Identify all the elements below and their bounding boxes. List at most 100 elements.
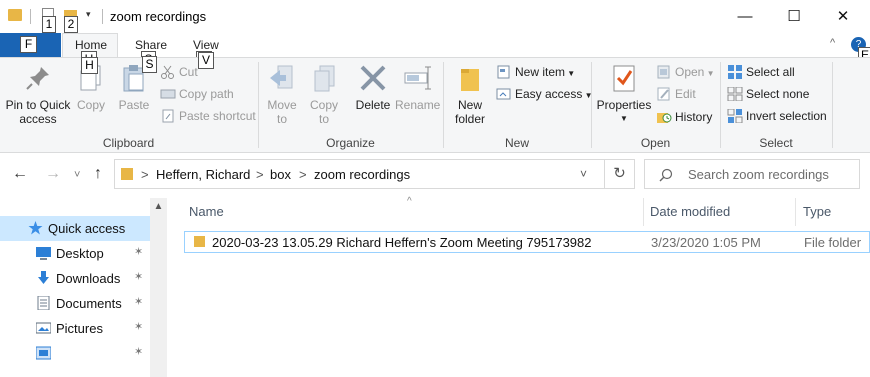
forward-arrow-icon[interactable]: → bbox=[45, 165, 61, 183]
sidebar-item-pictures[interactable]: Pictures ✶ bbox=[0, 316, 150, 341]
search-input[interactable]: Search zoom recordings bbox=[688, 167, 829, 182]
breadcrumb-separator[interactable]: > bbox=[299, 167, 307, 182]
pin-icon: ✶ bbox=[134, 296, 144, 308]
copy-to-label: Copy to bbox=[309, 98, 338, 126]
breadcrumb-separator[interactable]: > bbox=[141, 167, 149, 182]
tab-view[interactable]: View bbox=[193, 38, 219, 52]
properties-label: Properties bbox=[596, 98, 652, 112]
open-button[interactable]: Open ▼ bbox=[656, 63, 715, 81]
close-button[interactable]: ✕ bbox=[820, 0, 866, 33]
paste-button[interactable]: Paste S bbox=[114, 56, 157, 112]
back-arrow-icon[interactable]: ← bbox=[12, 165, 28, 183]
pin-icon: ✶ bbox=[134, 321, 144, 333]
copy-path-button[interactable]: Copy path bbox=[160, 85, 234, 103]
sort-ascending-icon: ^ bbox=[407, 196, 412, 207]
easy-access-button[interactable]: Easy access ▼ bbox=[496, 85, 593, 103]
address-history-dropdown[interactable]: ˅ bbox=[580, 167, 587, 181]
ribbon-home: Pin to Quick access Copy H Paste S Cut C… bbox=[0, 52, 870, 153]
properties-button[interactable]: Properties ▼ bbox=[596, 62, 652, 126]
pin-label: Pin to Quick access bbox=[5, 98, 71, 126]
edit-label: Edit bbox=[675, 87, 696, 101]
column-header-date-modified[interactable]: Date modified bbox=[650, 204, 730, 219]
delete-button[interactable]: Delete bbox=[353, 62, 393, 112]
column-divider[interactable] bbox=[643, 198, 644, 226]
sidebar-item-label: Quick access bbox=[48, 221, 126, 236]
pin-icon: ✶ bbox=[134, 246, 144, 258]
select-none-icon bbox=[727, 86, 743, 102]
ribbon-tabs: F Home H Share S View V ^ ? E bbox=[0, 33, 870, 68]
delete-x-icon bbox=[357, 62, 389, 94]
new-item-label: New item bbox=[515, 65, 566, 79]
column-header-type[interactable]: Type bbox=[803, 204, 831, 219]
minimize-button[interactable]: — bbox=[722, 0, 768, 33]
tab-share[interactable]: Share bbox=[135, 38, 167, 52]
refresh-icon[interactable]: ↻ bbox=[605, 159, 635, 189]
breadcrumb-heffern-richard[interactable]: Heffern, Richard bbox=[156, 167, 250, 182]
move-to-icon bbox=[266, 62, 298, 94]
sidebar-item-downloads[interactable]: Downloads ✶ bbox=[0, 266, 150, 291]
sidebar-item-documents[interactable]: Documents ✶ bbox=[0, 291, 150, 316]
invert-selection-button[interactable]: Invert selection bbox=[727, 107, 827, 125]
copy-button[interactable]: Copy H bbox=[72, 57, 110, 112]
keytip-h-copy: H bbox=[81, 57, 98, 74]
group-open: Properties ▼ Open ▼ Edit History Open bbox=[592, 58, 719, 153]
collapse-ribbon-button[interactable]: ^ bbox=[830, 37, 835, 49]
copy-label: Copy bbox=[76, 98, 105, 112]
scissors-icon bbox=[160, 65, 176, 79]
select-none-label: Select none bbox=[746, 87, 810, 101]
group-clipboard: Pin to Quick access Copy H Paste S Cut C… bbox=[0, 52, 257, 153]
easy-access-icon bbox=[496, 87, 512, 101]
keytip-1: 1 bbox=[42, 16, 56, 33]
copy-to-button[interactable]: Copy to bbox=[305, 62, 343, 126]
maximize-button[interactable]: ☐ bbox=[771, 0, 817, 33]
select-all-button[interactable]: Select all bbox=[727, 63, 795, 81]
select-none-button[interactable]: Select none bbox=[727, 85, 809, 103]
pin-icon: ✶ bbox=[134, 271, 144, 283]
keytip-v-cut: V bbox=[198, 52, 214, 69]
sidebar-item-screen[interactable]: ✶ bbox=[0, 341, 150, 366]
move-to-button[interactable]: Move to bbox=[263, 62, 301, 126]
history-label: History bbox=[675, 110, 713, 124]
paste-shortcut-icon bbox=[160, 109, 176, 123]
group-new: New folder New item ▼ Easy access ▼ New bbox=[444, 58, 593, 153]
up-arrow-icon[interactable]: ↑ bbox=[94, 165, 102, 183]
tab-file[interactable]: F bbox=[0, 33, 61, 57]
title-bar: 1 2 ▾ zoom recordings — ☐ ✕ bbox=[0, 0, 870, 33]
easy-access-label: Easy access bbox=[515, 87, 583, 101]
sidebar-item-quick-access[interactable]: Quick access bbox=[0, 216, 150, 241]
column-divider[interactable] bbox=[795, 198, 796, 226]
search-box[interactable]: Search zoom recordings bbox=[644, 159, 860, 189]
edit-button[interactable]: Edit bbox=[656, 85, 696, 103]
history-button[interactable]: History bbox=[656, 108, 712, 126]
desktop-icon bbox=[36, 247, 51, 260]
breadcrumb-box[interactable]: box bbox=[270, 167, 291, 182]
keytip-s-paste: S bbox=[142, 56, 157, 73]
new-folder-button[interactable]: New folder bbox=[450, 62, 490, 126]
breadcrumb-zoom-recordings[interactable]: zoom recordings bbox=[314, 167, 410, 182]
paste-shortcut-button[interactable]: Paste shortcut bbox=[160, 107, 256, 125]
copy-path-icon bbox=[160, 87, 176, 101]
copy-to-icon bbox=[308, 62, 340, 94]
recent-locations-dropdown[interactable]: ˅ bbox=[74, 169, 80, 181]
customize-quick-access-dropdown[interactable]: ▾ bbox=[86, 9, 91, 20]
rename-button[interactable]: Rename bbox=[395, 62, 440, 112]
folder-icon bbox=[194, 236, 205, 247]
column-header-name[interactable]: Name bbox=[189, 204, 224, 219]
breadcrumb-separator[interactable]: > bbox=[256, 167, 264, 182]
address-bar[interactable]: > Heffern, Richard > box > zoom recordin… bbox=[114, 159, 605, 189]
pictures-icon bbox=[36, 322, 51, 334]
cut-button[interactable]: Cut bbox=[160, 63, 198, 81]
scroll-up-arrow-icon[interactable]: ▲ bbox=[150, 198, 167, 215]
tab-home[interactable]: Home bbox=[75, 38, 107, 52]
group-label-new: New bbox=[504, 136, 529, 150]
open-icon bbox=[656, 65, 672, 79]
file-list: ^ Name Date modified Type 2020-03-23 13.… bbox=[167, 196, 870, 377]
divider bbox=[102, 9, 103, 24]
sidebar-item-desktop[interactable]: Desktop ✶ bbox=[0, 241, 150, 266]
navigation-pane-scrollbar[interactable] bbox=[150, 198, 167, 377]
table-row[interactable]: 2020-03-23 13.05.29 Richard Heffern's Zo… bbox=[184, 231, 870, 253]
new-item-button[interactable]: New item ▼ bbox=[496, 63, 575, 81]
pin-to-quick-access-button[interactable]: Pin to Quick access bbox=[4, 62, 72, 126]
pin-icon: ✶ bbox=[134, 346, 144, 358]
history-icon bbox=[656, 110, 672, 124]
